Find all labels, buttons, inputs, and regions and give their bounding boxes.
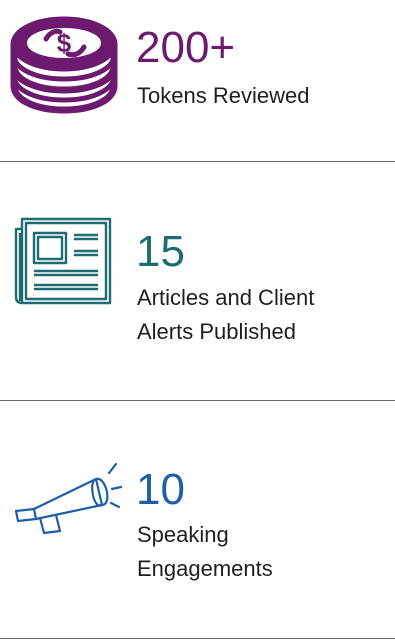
megaphone-icon bbox=[10, 459, 122, 543]
divider bbox=[0, 638, 395, 639]
stat-tokens: $ 200+ Tokens Reviewed bbox=[0, 0, 395, 160]
newspaper-icon bbox=[12, 217, 114, 307]
stat-speaking: 10 Speaking Engagements bbox=[0, 401, 395, 639]
stat-articles: 15 Articles and Client Alerts Published bbox=[0, 162, 395, 400]
stat-number: 15 bbox=[136, 227, 185, 276]
stat-label-line: Engagements bbox=[137, 556, 273, 581]
stat-label-line: Articles and Client bbox=[137, 285, 315, 310]
stat-label-line: Speaking bbox=[137, 522, 229, 547]
stat-label-line: Tokens Reviewed bbox=[137, 83, 310, 108]
stat-number: 10 bbox=[136, 465, 185, 514]
stat-number: 200+ bbox=[136, 23, 236, 72]
coin-stack-icon: $ bbox=[6, 12, 122, 116]
stat-label-line: Alerts Published bbox=[137, 319, 296, 344]
